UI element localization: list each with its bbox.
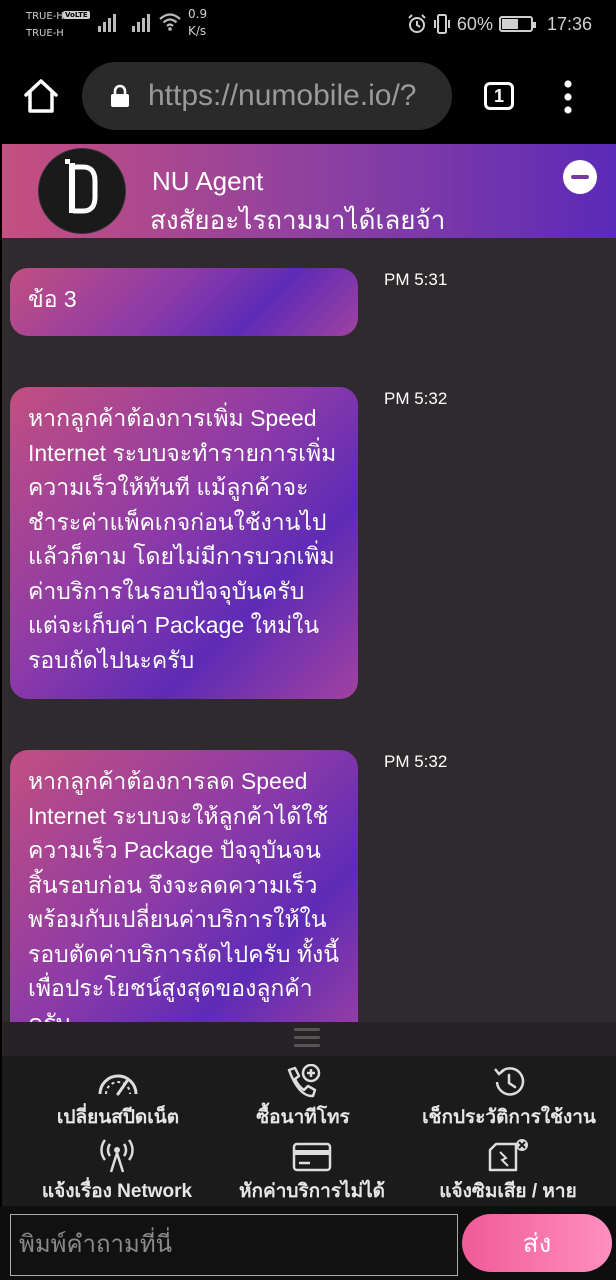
message-time: PM 5:31	[384, 270, 448, 289]
alarm-icon	[408, 14, 426, 33]
credit-card-icon	[292, 1142, 332, 1172]
url-text[interactable]: https://numobile.io/?	[148, 79, 417, 113]
chat-input-bar: ส่ง	[0, 1206, 616, 1280]
message-time: PM 5:32	[384, 389, 448, 408]
quick-menu-label: เปลี่ยนสปีดเน็ต	[56, 1107, 180, 1128]
menu-drag-strip	[2, 1022, 616, 1056]
message-bubble: หากลูกค้าต้องการเพิ่ม Speed Internet ระบ…	[10, 387, 358, 699]
net-speed: 0.9 K/s	[188, 6, 207, 40]
signal-icon	[98, 14, 116, 32]
carrier-1: TRUE-H	[26, 11, 64, 22]
signal-icon-2	[132, 14, 150, 32]
battery-fill	[501, 19, 518, 29]
agent-subtitle: สงสัยอะไรถามมาได้เลยจ้า	[150, 205, 446, 235]
history-icon	[494, 1067, 525, 1096]
agent-avatar	[38, 148, 126, 234]
quick-menu-label: หักค่าบริการไม่ได้	[238, 1181, 386, 1202]
volte-badge: VoLTE	[63, 11, 90, 19]
speedometer-icon	[98, 1074, 138, 1096]
phone-add-icon	[287, 1064, 321, 1098]
tab-switcher-button[interactable]: 1	[484, 82, 514, 110]
quick-menu-buy-minutes[interactable]: ซื้อนาทีโทร	[240, 1064, 366, 1132]
quick-menu: เปลี่ยนสปีดเน็ต ซื้อนาทีโทร เช็กประวัติก…	[2, 1056, 616, 1206]
net-speed-value: 0.9	[188, 7, 208, 21]
lock-icon	[111, 84, 129, 107]
carrier-labels: TRUE-H TRUE-H	[26, 8, 64, 42]
browser-toolbar: https://numobile.io/? 1	[0, 48, 616, 144]
chat-message-input[interactable]	[10, 1214, 458, 1276]
chat-header: NU Agent สงสัยอะไรถามมาได้เลยจ้า	[2, 144, 616, 238]
quick-menu-label: ซื้อนาทีโทร	[256, 1107, 350, 1128]
message-bubble: หากลูกค้าต้องการลด Speed Internet ระบบจะ…	[10, 750, 358, 1022]
quick-menu-payment-failed[interactable]: หักค่าบริการไม่ได้	[236, 1138, 388, 1206]
quick-menu-report-sim[interactable]: แจ้งซิมเสีย / หาย	[434, 1138, 582, 1206]
quick-menu-label: เช็กประวัติการใช้งาน	[422, 1107, 596, 1128]
quick-menu-label: แจ้งเรื่อง Network	[41, 1181, 193, 1202]
chat-messages[interactable]: ข้อ 3 PM 5:31 หากลูกค้าต้องการเพิ่ม Spee…	[2, 238, 616, 1022]
agent-name: NU Agent	[152, 166, 264, 196]
battery-icon	[498, 16, 536, 32]
vibrate-icon	[433, 14, 450, 34]
quick-menu-usage-history[interactable]: เช็กประวัติการใช้งาน	[420, 1064, 598, 1132]
send-button[interactable]: ส่ง	[462, 1214, 612, 1272]
more-menu-icon[interactable]	[558, 80, 578, 114]
battery-percent: 60%	[456, 13, 493, 34]
drag-handle-icon[interactable]	[294, 1028, 320, 1050]
message-bubble: ข้อ 3	[10, 268, 358, 336]
net-speed-unit: K/s	[188, 24, 207, 38]
wifi-icon	[159, 13, 181, 31]
status-bar: TRUE-H TRUE-H VoLTE 0.9 K/s 60% 17:36	[0, 0, 616, 48]
carrier-2: TRUE-H	[26, 28, 64, 39]
broken-sim-icon	[488, 1139, 528, 1172]
address-bar[interactable]: https://numobile.io/?	[82, 62, 452, 130]
quick-menu-change-speed[interactable]: เปลี่ยนสปีดเน็ต	[48, 1064, 188, 1132]
minimize-chat-button[interactable]	[563, 160, 597, 194]
clock: 17:36	[546, 13, 592, 34]
status-right: 60% 17:36	[407, 10, 592, 38]
nu-mobile-logo	[65, 159, 98, 214]
quick-menu-report-network[interactable]: แจ้งเรื่อง Network	[38, 1138, 196, 1206]
message-time: PM 5:32	[384, 752, 448, 771]
home-icon[interactable]	[22, 78, 60, 114]
antenna-icon	[100, 1139, 134, 1173]
quick-menu-label: แจ้งซิมเสีย / หาย	[439, 1181, 577, 1202]
